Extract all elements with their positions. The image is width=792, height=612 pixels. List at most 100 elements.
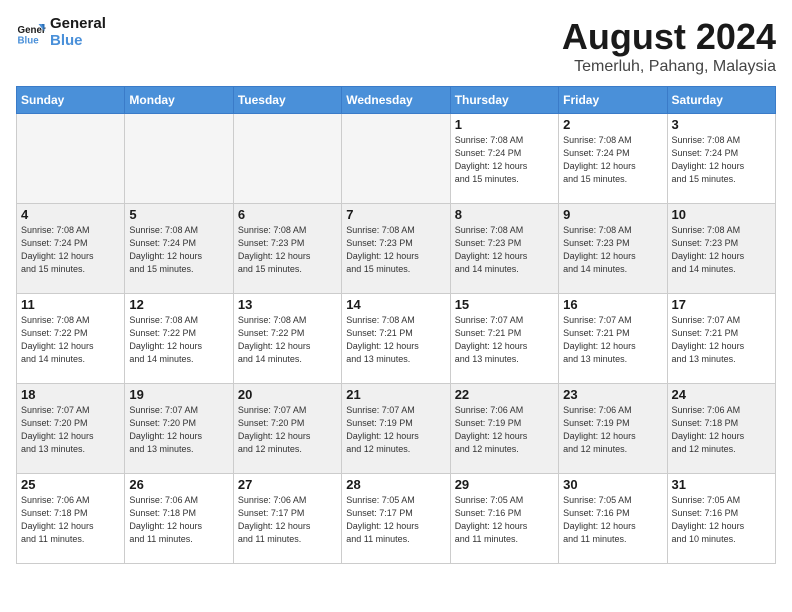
weekday-header-sunday: Sunday [17,87,125,114]
day-number: 30 [563,477,662,492]
month-year-title: August 2024 [562,16,776,58]
calendar-day-cell: 20Sunrise: 7:07 AM Sunset: 7:20 PM Dayli… [233,384,341,474]
calendar-day-cell: 11 Sunrise: 7:08 AM Sunset: 7:22 PM Dayli… [17,294,125,384]
logo-icon: General Blue [16,18,46,48]
calendar-day-cell: 6 Sunrise: 7:08 AM Sunset: 7:23 PM Daylig… [233,204,341,294]
day-number: 21 [346,387,445,402]
day-info: Sunrise: 7:08 AM Sunset: 7:24 PM Dayligh… [672,134,771,186]
calendar-table: SundayMondayTuesdayWednesdayThursdayFrid… [16,86,776,564]
calendar-day-cell: 24Sunrise: 7:06 AM Sunset: 7:18 PM Dayli… [667,384,775,474]
day-info: Sunrise: 7:05 AM Sunset: 7:16 PM Dayligh… [455,494,554,546]
weekday-header-friday: Friday [559,87,667,114]
day-info: Sunrise: 7:07 AM Sunset: 7:21 PM Dayligh… [672,314,771,366]
weekday-header-thursday: Thursday [450,87,558,114]
calendar-day-cell [233,114,341,204]
day-number: 11 [21,297,120,312]
day-number: 16 [563,297,662,312]
day-info: Sunrise: 7:07 AM Sunset: 7:20 PM Dayligh… [238,404,337,456]
day-info: Sunrise: 7:08 AM Sunset: 7:22 PM Dayligh… [238,314,337,366]
day-info: Sunrise: 7:08 AM Sunset: 7:23 PM Dayligh… [346,224,445,276]
day-info: Sunrise: 7:08 AM Sunset: 7:22 PM Dayligh… [129,314,228,366]
day-info: Sunrise: 7:05 AM Sunset: 7:16 PM Dayligh… [563,494,662,546]
day-info: Sunrise: 7:08 AM Sunset: 7:23 PM Dayligh… [455,224,554,276]
day-number: 7 [346,207,445,222]
day-number: 27 [238,477,337,492]
calendar-day-cell: 13 Sunrise: 7:08 AM Sunset: 7:22 PM Dayli… [233,294,341,384]
calendar-day-cell: 14Sunrise: 7:08 AM Sunset: 7:21 PM Dayli… [342,294,450,384]
day-info: Sunrise: 7:06 AM Sunset: 7:18 PM Dayligh… [21,494,120,546]
day-number: 13 [238,297,337,312]
calendar-day-cell: 9 Sunrise: 7:08 AM Sunset: 7:23 PM Daylig… [559,204,667,294]
calendar-day-cell: 10Sunrise: 7:08 AM Sunset: 7:23 PM Dayli… [667,204,775,294]
day-number: 4 [21,207,120,222]
day-info: Sunrise: 7:08 AM Sunset: 7:23 PM Dayligh… [238,224,337,276]
day-info: Sunrise: 7:08 AM Sunset: 7:21 PM Dayligh… [346,314,445,366]
page-header: General Blue General Blue August 2024 Te… [16,16,776,76]
day-number: 23 [563,387,662,402]
calendar-week-row: 25 Sunrise: 7:06 AM Sunset: 7:18 PM Dayli… [17,474,776,564]
day-number: 10 [672,207,771,222]
day-number: 17 [672,297,771,312]
day-number: 3 [672,117,771,132]
day-number: 5 [129,207,228,222]
calendar-header-row: SundayMondayTuesdayWednesdayThursdayFrid… [17,87,776,114]
calendar-day-cell: 26Sunrise: 7:06 AM Sunset: 7:18 PM Dayli… [125,474,233,564]
title-area: August 2024 Temerluh, Pahang, Malaysia [562,16,776,76]
calendar-week-row: 1Sunrise: 7:08 AM Sunset: 7:24 PM Daylig… [17,114,776,204]
calendar-day-cell: 23Sunrise: 7:06 AM Sunset: 7:19 PM Dayli… [559,384,667,474]
weekday-header-tuesday: Tuesday [233,87,341,114]
day-info: Sunrise: 7:06 AM Sunset: 7:18 PM Dayligh… [672,404,771,456]
day-info: Sunrise: 7:07 AM Sunset: 7:20 PM Dayligh… [129,404,228,456]
calendar-day-cell: 27Sunrise: 7:06 AM Sunset: 7:17 PM Dayli… [233,474,341,564]
location-subtitle: Temerluh, Pahang, Malaysia [562,58,776,76]
weekday-header-wednesday: Wednesday [342,87,450,114]
day-info: Sunrise: 7:08 AM Sunset: 7:22 PM Dayligh… [21,314,120,366]
calendar-day-cell: 16 Sunrise: 7:07 AM Sunset: 7:21 PM Dayli… [559,294,667,384]
day-info: Sunrise: 7:08 AM Sunset: 7:23 PM Dayligh… [563,224,662,276]
calendar-day-cell: 31Sunrise: 7:05 AM Sunset: 7:16 PM Dayli… [667,474,775,564]
weekday-header-monday: Monday [125,87,233,114]
day-number: 18 [21,387,120,402]
logo-blue-text: Blue [50,33,106,50]
day-info: Sunrise: 7:07 AM Sunset: 7:21 PM Dayligh… [455,314,554,366]
day-number: 2 [563,117,662,132]
calendar-day-cell: 7 Sunrise: 7:08 AM Sunset: 7:23 PM Daylig… [342,204,450,294]
day-info: Sunrise: 7:05 AM Sunset: 7:17 PM Dayligh… [346,494,445,546]
day-number: 8 [455,207,554,222]
day-info: Sunrise: 7:07 AM Sunset: 7:21 PM Dayligh… [563,314,662,366]
calendar-day-cell: 22 Sunrise: 7:06 AM Sunset: 7:19 PM Dayli… [450,384,558,474]
calendar-week-row: 11 Sunrise: 7:08 AM Sunset: 7:22 PM Dayli… [17,294,776,384]
day-info: Sunrise: 7:08 AM Sunset: 7:24 PM Dayligh… [21,224,120,276]
svg-text:Blue: Blue [18,35,40,46]
day-number: 6 [238,207,337,222]
calendar-day-cell: 2Sunrise: 7:08 AM Sunset: 7:24 PM Daylig… [559,114,667,204]
calendar-day-cell: 15 Sunrise: 7:07 AM Sunset: 7:21 PM Dayli… [450,294,558,384]
day-info: Sunrise: 7:05 AM Sunset: 7:16 PM Dayligh… [672,494,771,546]
day-number: 26 [129,477,228,492]
day-number: 19 [129,387,228,402]
calendar-day-cell: 25 Sunrise: 7:06 AM Sunset: 7:18 PM Dayli… [17,474,125,564]
day-number: 12 [129,297,228,312]
logo: General Blue General Blue [16,16,106,49]
day-info: Sunrise: 7:06 AM Sunset: 7:19 PM Dayligh… [455,404,554,456]
calendar-day-cell: 19 Sunrise: 7:07 AM Sunset: 7:20 PM Dayli… [125,384,233,474]
calendar-day-cell: 8 Sunrise: 7:08 AM Sunset: 7:23 PM Daylig… [450,204,558,294]
day-number: 28 [346,477,445,492]
calendar-day-cell [125,114,233,204]
day-number: 15 [455,297,554,312]
calendar-day-cell: 17 Sunrise: 7:07 AM Sunset: 7:21 PM Dayli… [667,294,775,384]
weekday-header-saturday: Saturday [667,87,775,114]
day-info: Sunrise: 7:07 AM Sunset: 7:19 PM Dayligh… [346,404,445,456]
calendar-day-cell: 4 Sunrise: 7:08 AM Sunset: 7:24 PM Daylig… [17,204,125,294]
calendar-day-cell: 18 Sunrise: 7:07 AM Sunset: 7:20 PM Dayli… [17,384,125,474]
day-info: Sunrise: 7:07 AM Sunset: 7:20 PM Dayligh… [21,404,120,456]
calendar-day-cell: 1Sunrise: 7:08 AM Sunset: 7:24 PM Daylig… [450,114,558,204]
day-info: Sunrise: 7:08 AM Sunset: 7:24 PM Dayligh… [129,224,228,276]
calendar-day-cell: 21 Sunrise: 7:07 AM Sunset: 7:19 PM Dayli… [342,384,450,474]
calendar-day-cell: 30 Sunrise: 7:05 AM Sunset: 7:16 PM Dayli… [559,474,667,564]
day-number: 9 [563,207,662,222]
day-number: 25 [21,477,120,492]
calendar-week-row: 18 Sunrise: 7:07 AM Sunset: 7:20 PM Dayli… [17,384,776,474]
calendar-day-cell: 28 Sunrise: 7:05 AM Sunset: 7:17 PM Dayli… [342,474,450,564]
day-number: 22 [455,387,554,402]
